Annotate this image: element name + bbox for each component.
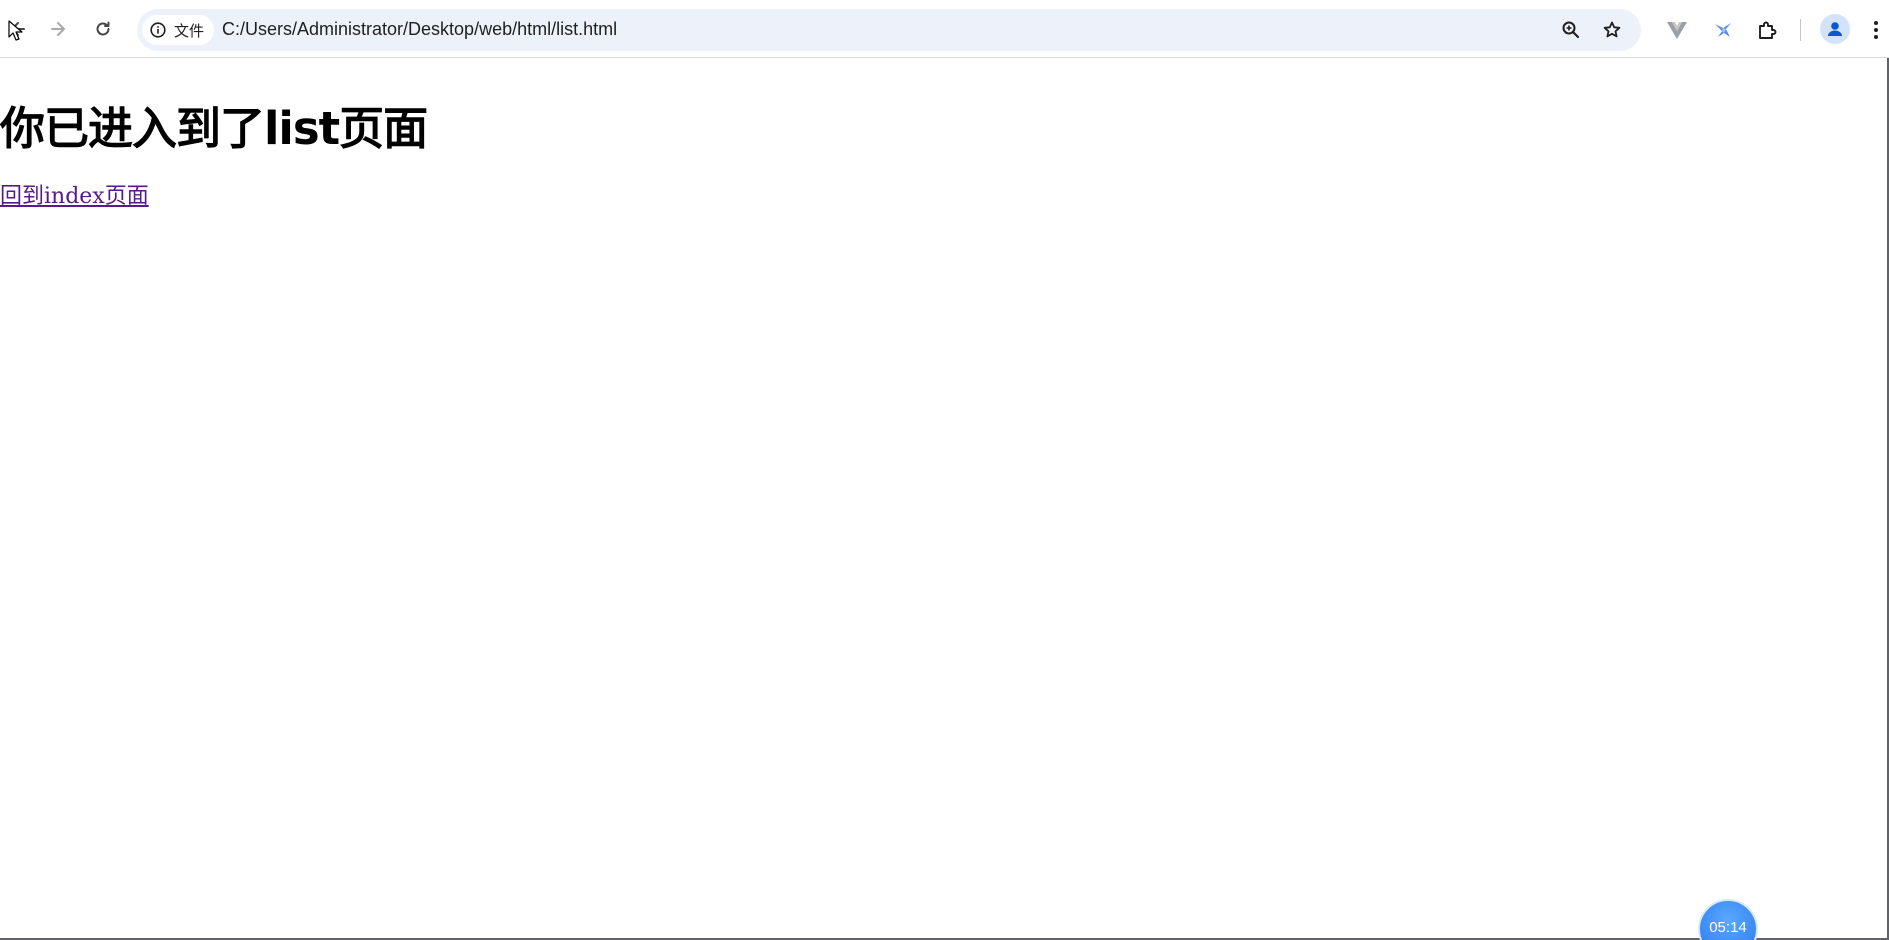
timer-text: 05:14	[1709, 919, 1747, 936]
v-extension-icon	[1667, 22, 1687, 39]
info-icon	[150, 22, 166, 38]
browser-window: 文件 C:/Users/Administrator/Desktop/web/ht…	[0, 0, 1889, 940]
bookmark-button[interactable]	[1600, 18, 1624, 42]
kebab-menu-icon	[1874, 21, 1878, 39]
zoom-in-icon	[1562, 21, 1580, 39]
browser-toolbar: 文件 C:/Users/Administrator/Desktop/web/ht…	[0, 0, 1889, 58]
address-bar[interactable]: 文件 C:/Users/Administrator/Desktop/web/ht…	[137, 9, 1641, 51]
bird-extension-button[interactable]	[1709, 16, 1737, 44]
site-info-chip[interactable]: 文件	[142, 15, 215, 45]
site-chip-label: 文件	[174, 21, 205, 40]
zoom-button[interactable]	[1559, 18, 1583, 42]
extensions-button[interactable]	[1753, 16, 1781, 44]
browser-menu-button[interactable]	[1868, 16, 1884, 44]
v-extension-button[interactable]	[1663, 16, 1691, 44]
toolbar-divider	[1800, 19, 1801, 41]
star-icon	[1603, 21, 1621, 38]
puzzle-icon	[1759, 21, 1777, 39]
reload-icon	[96, 21, 110, 36]
bird-extension-icon	[1715, 23, 1731, 37]
arrow-right-icon	[51, 22, 65, 36]
forward-button[interactable]	[40, 11, 76, 47]
page-heading: 你已进入到了list页面	[0, 102, 428, 155]
profile-button[interactable]	[1820, 14, 1850, 44]
page-content: 你已进入到了list页面 回到index页面	[0, 58, 1889, 940]
mouse-cursor-icon	[8, 20, 23, 41]
url-text[interactable]: C:/Users/Administrator/Desktop/web/html/…	[222, 19, 617, 40]
back-to-index-link[interactable]: 回到index页面	[0, 178, 149, 210]
person-icon	[1828, 22, 1842, 36]
reload-button[interactable]	[85, 11, 121, 47]
